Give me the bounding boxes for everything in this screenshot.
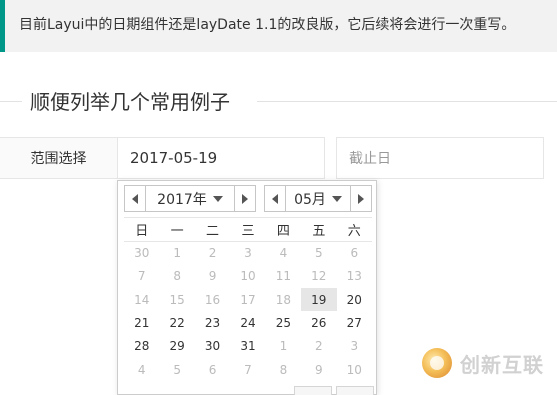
calendar-day[interactable]: 12 [301, 265, 336, 288]
next-year-button[interactable] [234, 185, 256, 212]
calendar-day[interactable]: 23 [195, 311, 230, 334]
calendar-week-row: 28 29 30 31 1 2 3 [124, 335, 372, 358]
weekday-label: 四 [265, 217, 302, 242]
calendar-day[interactable]: 11 [266, 265, 301, 288]
calendar-day[interactable]: 3 [230, 242, 265, 265]
weekday-label: 二 [194, 217, 231, 242]
weekday-label: 六 [336, 217, 372, 242]
calendar-day[interactable]: 21 [124, 311, 159, 334]
calendar-week-row: 7 8 9 10 11 12 13 [124, 265, 372, 288]
caret-left-icon [132, 193, 138, 204]
section-title: 顺便列举几个常用例子 [30, 90, 230, 114]
year-selector: 2017年 [124, 185, 256, 212]
caret-down-icon [331, 195, 342, 202]
caret-left-icon [272, 193, 278, 204]
start-date-input[interactable]: 2017-05-19 [117, 137, 325, 179]
calendar-day[interactable]: 24 [230, 311, 265, 334]
calendar-day[interactable]: 28 [124, 335, 159, 358]
calendar-day[interactable]: 3 [337, 335, 372, 358]
month-value: 05月 [294, 191, 326, 208]
calendar-day[interactable]: 19 [301, 288, 337, 312]
next-month-button[interactable] [350, 185, 372, 212]
year-dropdown[interactable]: 2017年 [146, 185, 234, 212]
calendar-day[interactable]: 1 [159, 242, 194, 265]
calendar-day[interactable]: 4 [124, 358, 159, 381]
caret-right-icon [358, 193, 364, 204]
calendar-day[interactable]: 22 [159, 311, 194, 334]
date-picker-popup: 2017年 05月 日 一 二 三 四 五 六 30 1 2 3 4 5 6 7… [117, 180, 377, 395]
fieldset-line-left [0, 101, 22, 102]
weekday-label: 一 [159, 217, 195, 242]
calendar-day[interactable]: 7 [230, 358, 265, 381]
year-value: 2017年 [157, 191, 207, 208]
range-label: 范围选择 [0, 137, 118, 179]
calendar-footer-buttons [294, 386, 374, 395]
calendar-day[interactable]: 2 [195, 242, 230, 265]
footer-button[interactable] [294, 386, 332, 395]
calendar-day[interactable]: 18 [266, 288, 301, 311]
calendar-day[interactable]: 7 [124, 265, 159, 288]
watermark: 创新互联 [422, 348, 544, 378]
calendar-day[interactable]: 30 [195, 335, 230, 358]
calendar-day[interactable]: 9 [195, 265, 230, 288]
calendar-day[interactable]: 13 [337, 265, 372, 288]
calendar-day[interactable]: 2 [301, 335, 336, 358]
calendar-day[interactable]: 5 [301, 242, 336, 265]
calendar-day[interactable]: 8 [159, 265, 194, 288]
calendar-day[interactable]: 16 [195, 288, 230, 311]
calendar-week-row: 14 15 16 17 18 19 20 [124, 288, 372, 312]
weekday-label: 五 [301, 217, 337, 242]
notice-bar: 目前Layui中的日期组件还是layDate 1.1的改良版，它后续将会进行一次… [0, 0, 557, 52]
calendar-day[interactable]: 27 [337, 311, 372, 334]
calendar-days: 30 1 2 3 4 5 6 7 8 9 10 11 12 13 14 15 16 17 18 19 20 21 22 23 2… [124, 242, 372, 382]
calendar-week-row: 30 1 2 3 4 5 6 [124, 242, 372, 265]
month-dropdown[interactable]: 05月 [286, 185, 350, 212]
calendar-day[interactable]: 4 [266, 242, 301, 265]
calendar-day[interactable]: 25 [266, 311, 301, 334]
calendar-day[interactable]: 20 [337, 288, 372, 311]
calendar-day[interactable]: 31 [230, 335, 265, 358]
fieldset-line-right [257, 101, 557, 102]
caret-down-icon [212, 195, 223, 202]
end-date-input[interactable]: 截止日 [336, 137, 544, 179]
calendar-day[interactable]: 10 [337, 358, 372, 381]
watermark-text: 创新互联 [460, 352, 544, 377]
page: 目前Layui中的日期组件还是layDate 1.1的改良版，它后续将会进行一次… [0, 0, 557, 395]
prev-year-button[interactable] [124, 185, 146, 212]
calendar-day[interactable]: 6 [337, 242, 372, 265]
calendar-day[interactable]: 30 [124, 242, 159, 265]
calendar-day[interactable]: 26 [301, 311, 336, 334]
calendar-day[interactable]: 17 [230, 288, 265, 311]
weekday-label: 三 [230, 217, 266, 242]
calendar-day[interactable]: 1 [266, 335, 301, 358]
calendar-day[interactable]: 6 [195, 358, 230, 381]
footer-button[interactable] [336, 386, 374, 395]
caret-right-icon [242, 193, 248, 204]
month-selector: 05月 [264, 185, 372, 212]
calendar-day[interactable]: 8 [266, 358, 301, 381]
weekday-header-row: 日 一 二 三 四 五 六 [124, 217, 372, 242]
calendar-day[interactable]: 29 [159, 335, 194, 358]
calendar-day[interactable]: 15 [159, 288, 194, 311]
calendar-grid: 日 一 二 三 四 五 六 30 1 2 3 4 5 6 7 8 9 10 11 12 13 14 15 16 1… [124, 217, 372, 381]
calendar-week-row: 4 5 6 7 8 9 10 [124, 358, 372, 381]
calendar-week-row: 21 22 23 24 25 26 27 [124, 311, 372, 334]
calendar-day[interactable]: 10 [230, 265, 265, 288]
notice-text: 目前Layui中的日期组件还是layDate 1.1的改良版，它后续将会进行一次… [19, 17, 516, 33]
brand-logo-icon [422, 348, 452, 378]
weekday-label: 日 [124, 217, 160, 242]
calendar-day[interactable]: 9 [301, 358, 336, 381]
calendar-day[interactable]: 5 [159, 358, 194, 381]
calendar-day[interactable]: 14 [124, 288, 159, 311]
prev-month-button[interactable] [264, 185, 286, 212]
